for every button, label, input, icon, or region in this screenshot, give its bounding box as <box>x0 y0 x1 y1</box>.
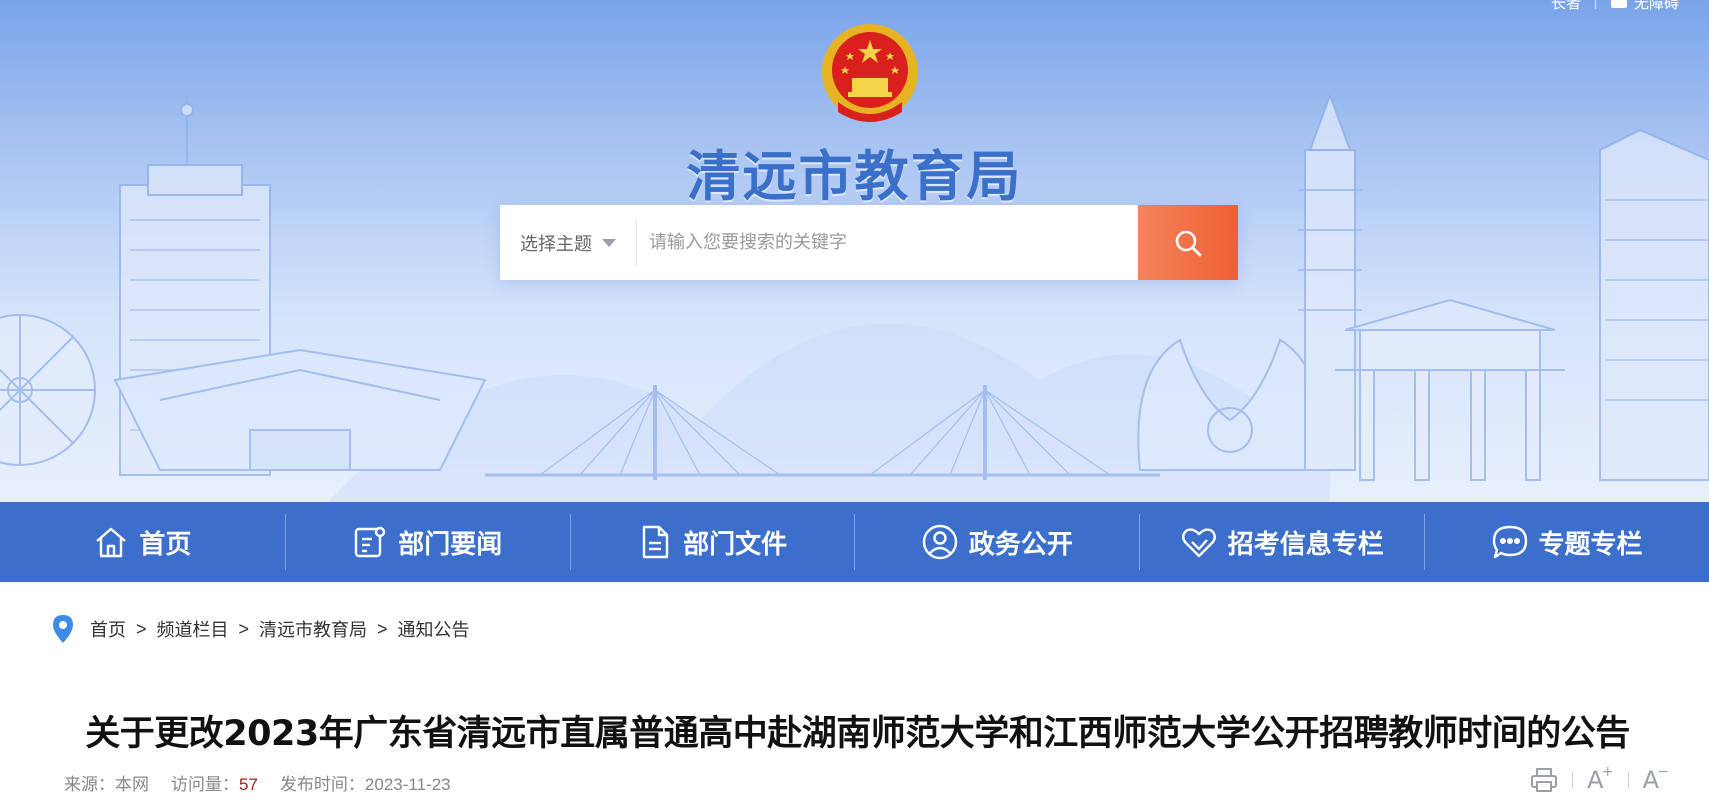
views-label: 访问量： <box>171 775 239 794</box>
topic-select-label: 选择主题 <box>520 233 592 254</box>
date-label: 发布时间： <box>279 775 365 794</box>
document-icon <box>642 525 669 559</box>
header-banner: 长者 无障碍 清远市教育局 选择主题 <box>0 0 1709 502</box>
font-increase-button[interactable]: A + <box>1587 764 1614 794</box>
breadcrumb-channels[interactable]: 频道栏目 <box>157 616 229 642</box>
tools-divider <box>1572 772 1574 788</box>
printer-icon <box>1531 768 1558 792</box>
nav-item-label: 招考信息专栏 <box>1227 529 1384 560</box>
accessibility-link[interactable]: 无障碍 <box>1610 0 1679 13</box>
heart-hand-icon <box>1181 528 1216 558</box>
news-icon <box>355 526 386 558</box>
nav-item-recruitment-info[interactable]: 招考信息专栏 <box>1139 502 1424 582</box>
views-count: 57 <box>239 775 258 794</box>
nav-item-label: 部门文件 <box>683 529 788 560</box>
top-links-divider <box>1594 0 1596 9</box>
top-utility-links: 长者 无障碍 <box>1551 0 1679 12</box>
article-date: 发布时间：2023-11-23 <box>280 770 451 795</box>
location-pin-icon <box>53 615 73 643</box>
search-icon <box>1175 230 1202 256</box>
article-views: 访问量：57 <box>171 770 258 795</box>
topic-select-dropdown[interactable]: 选择主题 <box>500 205 636 280</box>
font-increase-sign: + <box>1601 764 1614 780</box>
user-circle-icon <box>922 524 958 560</box>
article-title: 关于更改2023年广东省清远市直属普通高中赴湖南师范大学和江西师范大学公开招聘教… <box>85 714 1630 754</box>
nav-item-home[interactable]: 首页 <box>0 502 285 582</box>
nav-item-label: 首页 <box>139 529 192 560</box>
article-source: 来源：本网 <box>64 770 149 795</box>
breadcrumb-home[interactable]: 首页 <box>90 616 126 642</box>
search-button[interactable] <box>1138 205 1238 280</box>
article-meta: 来源：本网 访问量：57 发布时间：2023-11-23 <box>64 770 451 795</box>
breadcrumb-notices[interactable]: 通知公告 <box>398 616 470 642</box>
national-emblem <box>822 24 918 122</box>
source-value: 本网 <box>115 775 149 794</box>
nav-item-department-news[interactable]: 部门要闻 <box>284 502 570 582</box>
nav-item-special-topics[interactable]: 专题专栏 <box>1424 502 1709 582</box>
nav-item-government-affairs[interactable]: 政务公开 <box>854 502 1139 582</box>
breadcrumb-bureau[interactable]: 清远市教育局 <box>259 616 367 642</box>
accessibility-icon <box>1610 0 1627 8</box>
date-value: 2023-11-23 <box>364 775 451 794</box>
breadcrumb: 首页 > 频道栏目 > 清远市教育局 > 通知公告 <box>52 612 470 646</box>
main-nav: 首页 部门要闻 部门文件 政务公开 招考信息专栏 专题专栏 <box>0 502 1709 582</box>
font-decrease-sign: − <box>1657 764 1669 780</box>
article-tools: A + A − <box>1530 764 1669 794</box>
home-icon <box>96 527 127 558</box>
search-input[interactable] <box>637 205 1138 280</box>
breadcrumb-separator: > <box>377 618 388 639</box>
nav-item-label: 专题专栏 <box>1538 529 1643 560</box>
site-title: 清远市教育局 <box>686 145 1023 208</box>
tools-divider <box>1627 772 1629 788</box>
breadcrumb-separator: > <box>136 618 147 639</box>
print-button[interactable] <box>1530 767 1558 793</box>
search-bar: 选择主题 <box>500 205 1238 280</box>
elder-mode-link[interactable]: 长者 <box>1551 0 1581 13</box>
breadcrumb-separator: > <box>238 618 250 639</box>
chat-icon <box>1492 525 1527 559</box>
nav-item-department-documents[interactable]: 部门文件 <box>569 502 855 582</box>
nav-item-label: 政务公开 <box>968 529 1073 560</box>
source-label: 来源： <box>64 775 115 794</box>
chevron-down-icon <box>602 238 616 247</box>
nav-item-label: 部门要闻 <box>398 529 503 560</box>
accessibility-label: 无障碍 <box>1633 0 1679 12</box>
font-decrease-button[interactable]: A − <box>1643 764 1669 794</box>
